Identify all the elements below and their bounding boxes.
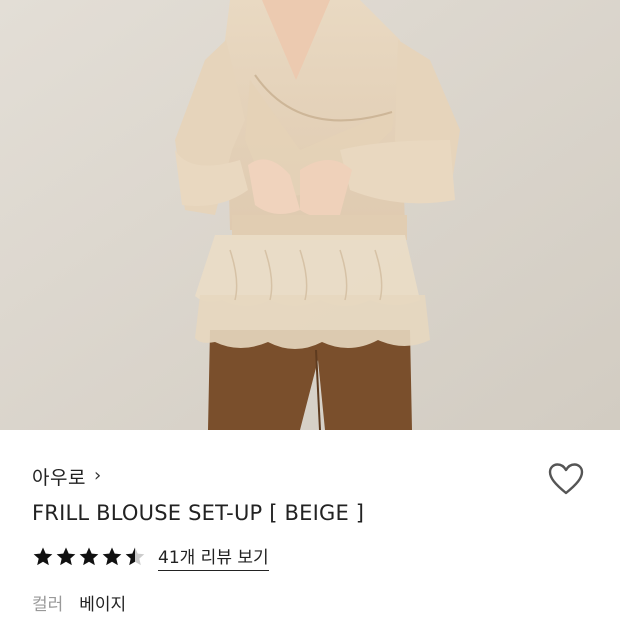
star-icon: [79, 547, 99, 566]
star-icon: [56, 547, 76, 566]
product-info: 아우로 › FRILL BLOUSE SET-UP [ BEIGE ] 41개 …: [0, 430, 620, 620]
option-label: 컬러: [32, 595, 64, 615]
star-rating: [32, 546, 146, 568]
option-value: 베이지: [79, 595, 127, 615]
star-icon: [33, 547, 53, 566]
color-option: 컬러 베이지: [32, 590, 126, 615]
chevron-right-icon: ›: [93, 465, 102, 486]
review-link[interactable]: 41개 리뷰 보기: [158, 543, 269, 571]
product-image[interactable]: [0, 0, 620, 430]
rating-row: 41개 리뷰 보기: [32, 543, 269, 571]
brand-link[interactable]: 아우로 ›: [32, 464, 102, 489]
heart-outline-icon: [548, 463, 584, 495]
product-title: FRILL BLOUSE SET-UP [ BEIGE ]: [32, 501, 365, 525]
brand-name: 아우로: [32, 466, 86, 489]
star-icon: [125, 547, 145, 566]
wishlist-button[interactable]: [546, 460, 586, 498]
product-photo-illustration: [0, 0, 620, 430]
star-icon: [102, 547, 122, 566]
